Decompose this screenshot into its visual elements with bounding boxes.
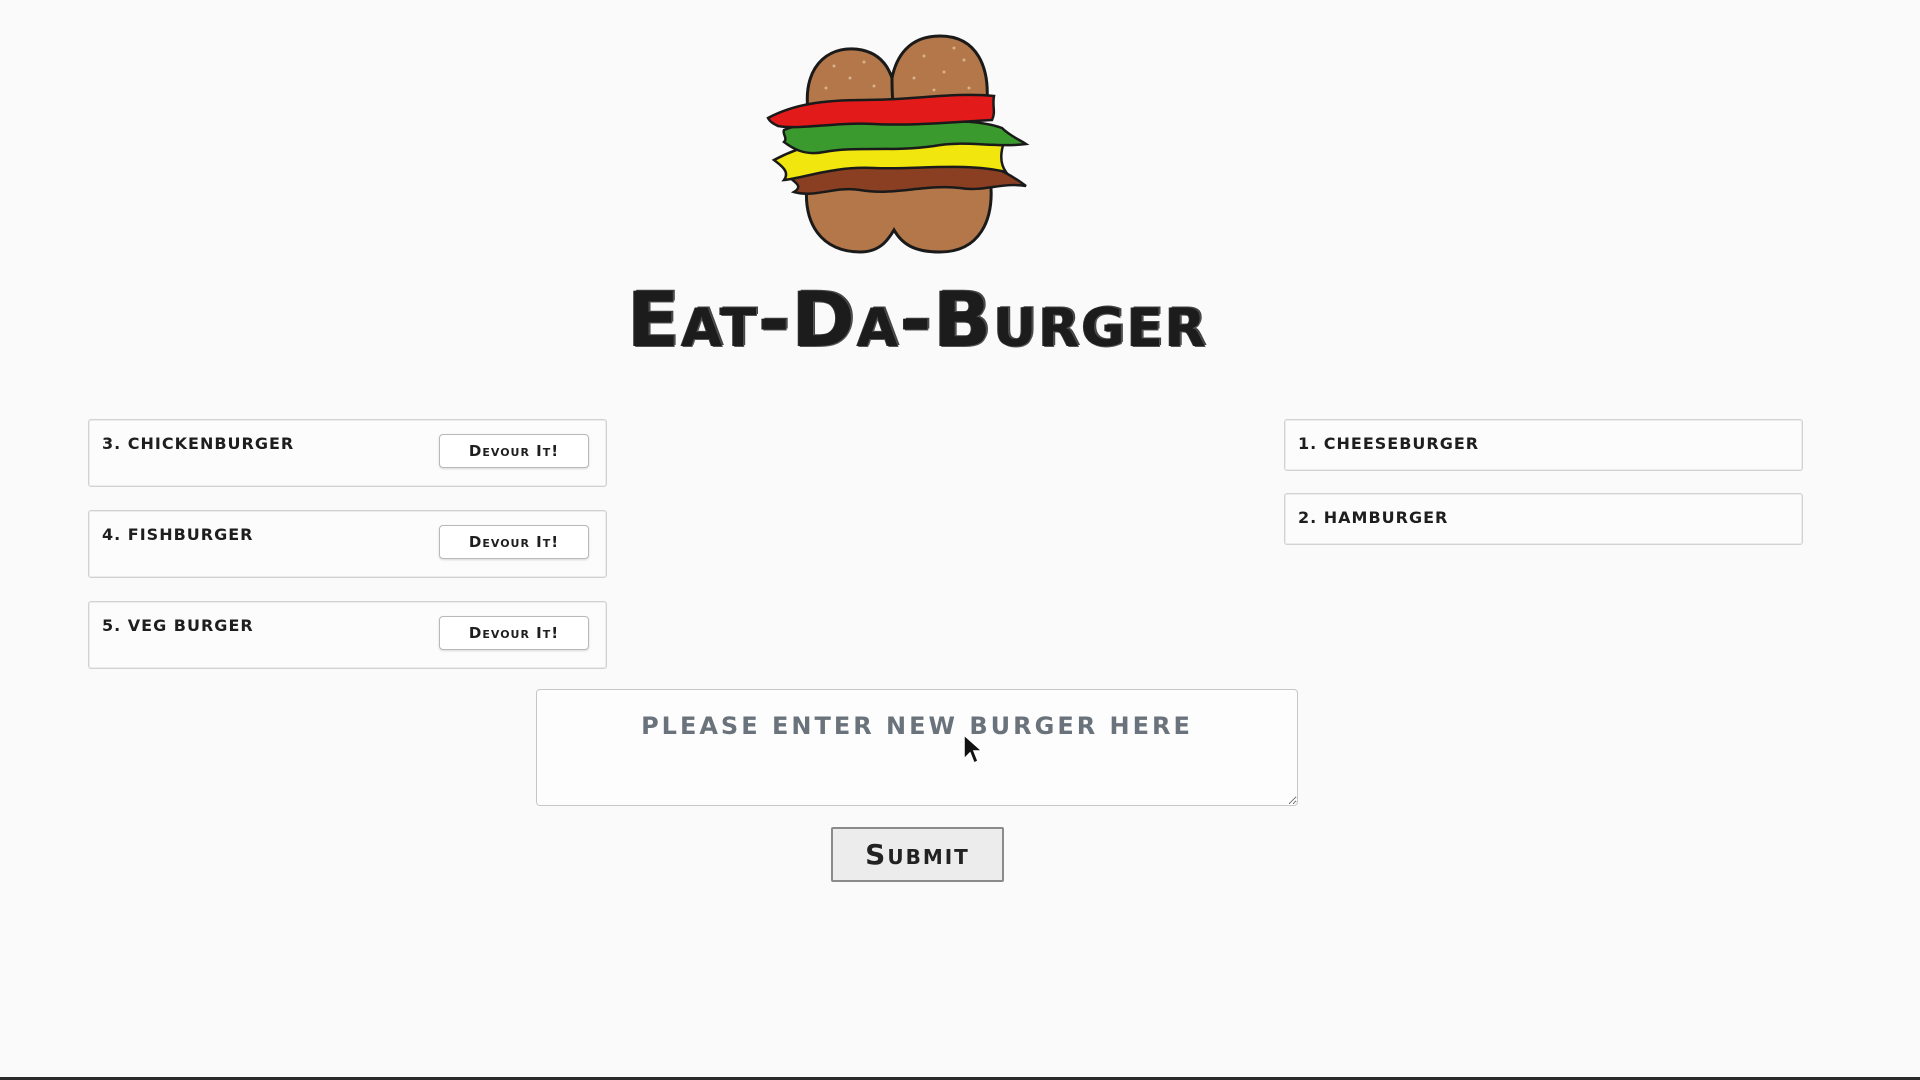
burger-label: 4. fishburger [102, 525, 254, 544]
devoured-burger-card: 1. cheeseburger [1284, 419, 1803, 471]
site-title: Eat-Da-Burger [627, 275, 1208, 364]
burger-label: 5. veg burger [102, 616, 254, 635]
burger-logo-icon [766, 34, 1030, 254]
uneaten-burger-card: 3. chickenburger Devour It! [88, 419, 607, 487]
page: Eat-Da-Burger 3. chickenburger Devour It… [0, 0, 1920, 1080]
uneaten-burger-card: 4. fishburger Devour It! [88, 510, 607, 578]
devour-button[interactable]: Devour It! [439, 434, 589, 468]
burger-label: 1. cheeseburger [1298, 434, 1480, 453]
submit-button[interactable]: Submit [831, 827, 1004, 882]
devoured-burger-card: 2. hamburger [1284, 493, 1803, 545]
new-burger-input[interactable] [536, 689, 1298, 806]
burger-label: 3. chickenburger [102, 434, 295, 453]
devour-button[interactable]: Devour It! [439, 616, 589, 650]
devour-button[interactable]: Devour It! [439, 525, 589, 559]
burger-label: 2. hamburger [1298, 508, 1449, 527]
uneaten-burger-card: 5. veg burger Devour It! [88, 601, 607, 669]
